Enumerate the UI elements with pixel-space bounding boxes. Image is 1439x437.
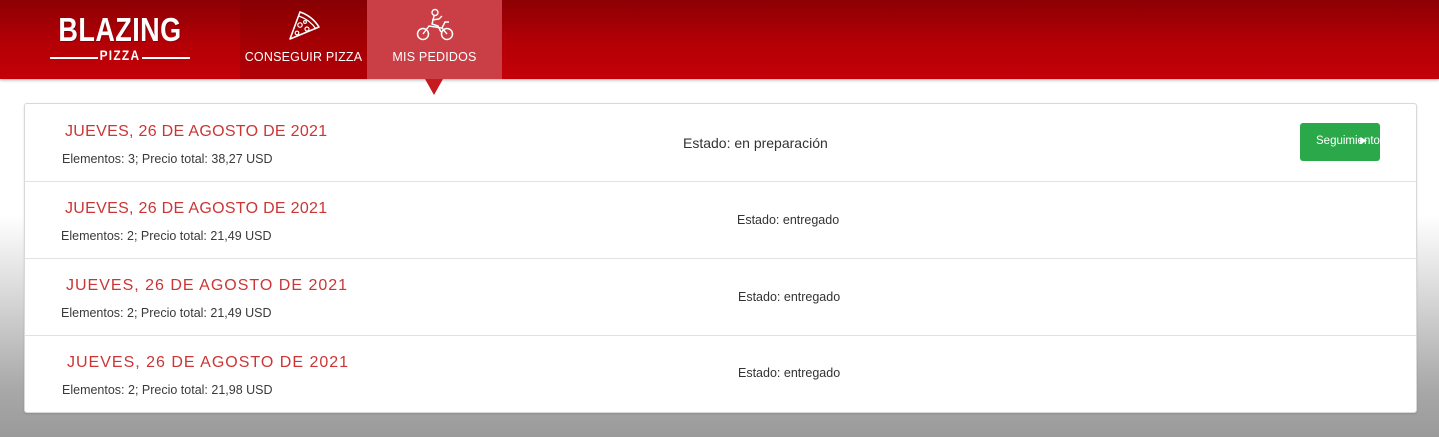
logo-subtitle-row: PIZZA (44, 46, 196, 64)
order-date: JUEVES, 26 DE AGOSTO DE 2021 (66, 277, 349, 294)
nav-tab-conseguir-pizza[interactable]: CONSEGUIR PIZZA (240, 0, 367, 79)
order-summary: Elementos: 2; Precio total: 21,49 USD (61, 306, 272, 320)
nav-tab-mis-pedidos[interactable]: MIS PEDIDOS (367, 0, 502, 79)
order-status: Estado: entregado (738, 290, 841, 304)
order-row: JUEVES, 26 DE AGOSTO DE 2021 Elementos: … (25, 258, 1416, 336)
pizza-slice-icon (286, 8, 322, 45)
nav-tab-label: CONSEGUIR PIZZA (244, 50, 363, 64)
order-row: JUEVES, 26 DE AGOSTO DE 2021 Elementos: … (25, 104, 1416, 182)
logo-line-left (50, 57, 98, 59)
top-bar: BLAZING PIZZA CONSEGUIR PIZZA MIS PEDIDO… (0, 0, 1439, 79)
order-date: JUEVES, 26 DE AGOSTO DE 2021 (65, 200, 328, 217)
active-tab-caret (425, 79, 443, 95)
orders-list: JUEVES, 26 DE AGOSTO DE 2021 Elementos: … (24, 103, 1417, 413)
order-row: JUEVES, 26 DE AGOSTO DE 2021 Elementos: … (25, 335, 1416, 412)
order-status: Estado: entregado (738, 366, 841, 380)
order-date: JUEVES, 26 DE AGOSTO DE 2021 (67, 354, 350, 371)
order-row: JUEVES, 26 DE AGOSTO DE 2021 Elementos: … (25, 181, 1416, 259)
order-date: JUEVES, 26 DE AGOSTO DE 2021 (65, 123, 328, 140)
order-status: Estado: entregado (737, 213, 840, 227)
track-button-label: Seguimiento (1316, 135, 1380, 147)
motorbike-delivery-icon (415, 8, 455, 45)
nav-tab-label: MIS PEDIDOS (392, 50, 477, 64)
blazing-pizza-logo[interactable]: BLAZING PIZZA (44, 12, 196, 68)
logo-title: BLAZING (58, 11, 182, 48)
order-summary: Elementos: 2; Precio total: 21,49 USD (61, 229, 272, 243)
logo-subtitle: PIZZA (99, 47, 141, 63)
logo-line-right (142, 57, 190, 59)
track-order-button[interactable]: Seguimiento ▶ (1300, 123, 1380, 161)
order-summary: Elementos: 3; Precio total: 38,27 USD (62, 152, 273, 166)
order-status: Estado: en preparación (683, 135, 828, 151)
chevron-right-icon: ▶ (1360, 135, 1367, 145)
order-summary: Elementos: 2; Precio total: 21,98 USD (62, 383, 273, 397)
